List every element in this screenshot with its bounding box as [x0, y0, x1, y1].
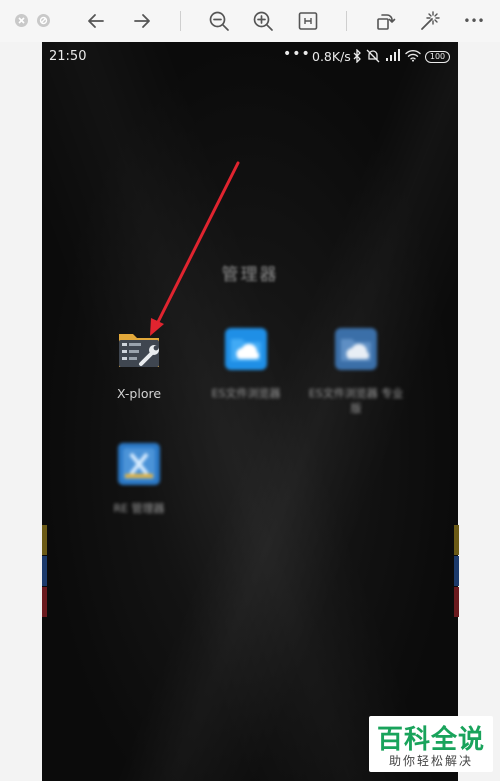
edge-strip	[42, 587, 47, 617]
alarm-off-icon	[366, 49, 380, 67]
app-label: ES文件浏览器	[211, 387, 281, 400]
edge-strip	[454, 556, 459, 586]
watermark-subtitle: 助你轻松解决	[388, 754, 473, 768]
app-es-file-explorer-pro[interactable]: ES文件浏览器 专业版	[308, 325, 404, 416]
battery-icon: 100	[425, 51, 450, 63]
re-manager-icon	[115, 440, 163, 488]
edge-strip	[42, 556, 47, 586]
bluetooth-icon	[353, 48, 362, 67]
back-arrow-icon[interactable]	[84, 9, 108, 33]
minimize-icon[interactable]	[37, 14, 50, 27]
watermark: 百科全说 助你轻松解决	[369, 716, 493, 772]
app-label: RE 管理器	[113, 502, 165, 515]
folder-title: 管理器	[221, 265, 279, 285]
app-label: ES文件浏览器 专业版	[308, 387, 404, 415]
app-re-manager[interactable]: RE 管理器	[91, 440, 187, 516]
edge-strip	[454, 525, 459, 555]
phone-screenshot: 21:50 ••• 0.8K/s 100 管理器 X-plore ES文件浏览器…	[42, 42, 458, 781]
magic-wand-icon[interactable]	[418, 9, 442, 33]
fit-to-window-icon[interactable]	[296, 9, 320, 33]
toolbar-separator	[180, 11, 181, 31]
edge-strip	[454, 587, 459, 617]
app-es-file-explorer[interactable]: ES文件浏览器	[198, 325, 294, 401]
viewer-toolbar: •••	[0, 0, 500, 42]
edge-strip	[42, 525, 47, 555]
signal-icon	[385, 49, 401, 66]
app-label: X-plore	[116, 386, 162, 401]
forward-arrow-icon[interactable]	[130, 9, 154, 33]
file-manager-wrench-icon	[115, 325, 163, 373]
cloud-folder-icon	[222, 325, 270, 373]
cloud-folder-pro-icon	[332, 325, 380, 373]
wifi-icon	[405, 49, 421, 66]
close-icon[interactable]	[15, 14, 28, 27]
more-icon[interactable]: •••	[462, 9, 486, 33]
zoom-out-icon[interactable]	[207, 9, 231, 33]
status-time: 21:50	[49, 49, 87, 64]
notification-dots: •••	[283, 46, 311, 62]
network-speed: 0.8K/s	[312, 49, 351, 64]
watermark-title: 百科全说	[376, 725, 485, 755]
toolbar-separator	[346, 11, 347, 31]
status-bar: 21:50 ••• 0.8K/s 100	[42, 42, 458, 72]
rotate-icon[interactable]	[373, 9, 397, 33]
app-xplore[interactable]: X-plore	[91, 325, 187, 401]
zoom-in-icon[interactable]	[251, 9, 275, 33]
